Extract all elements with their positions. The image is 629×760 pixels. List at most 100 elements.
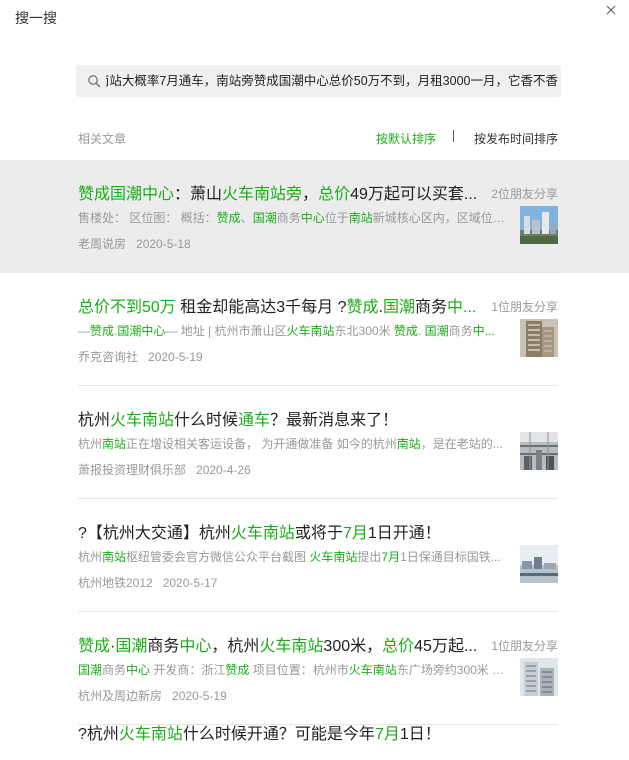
result-thumbnail[interactable] [520,545,558,583]
keyword-highlight: 国潮 [424,324,449,338]
keyword-highlight: 南站 [102,550,127,564]
result-source: 老周说房 [78,237,127,251]
text-segment: 商务 [415,299,448,316]
keyword-highlight: 中心 [300,211,325,225]
text-segment: 45万起... [414,638,478,655]
keyword-highlight: 赞成 [346,299,379,316]
result-item[interactable]: 赞成·国潮商务中心，杭州火车南站300米，总价45万起... 1位朋友分享 国潮… [0,612,629,725]
sort-by-date-button[interactable]: 按发布时间排序 [474,130,558,147]
result-item[interactable]: 总价不到50万 租金却能高达3千每月 ?赞成.国潮商务中... 1位朋友分享 —… [0,273,629,386]
result-date: 2020-5-17 [162,576,218,590]
text-segment: 1日！ [399,726,441,743]
result-title[interactable]: 总价不到50万 租金却能高达3千每月 ?赞成.国潮商务中... [78,293,478,317]
keyword-highlight: 国潮 [78,663,103,677]
search-icon [88,75,101,88]
result-source: 萧报投资理财俱乐部 [78,463,187,477]
result-title[interactable]: ?【杭州大交通】杭州火车南站或将于7月1日开通！ [78,519,478,543]
sort-divider [453,130,454,142]
keyword-highlight: 中心 [179,638,212,655]
result-title[interactable]: 赞成·国潮商务中心，杭州火车南站300米，总价45万起... [78,632,478,656]
keyword-highlight: 火车南站 [286,324,335,338]
text-segment: . [417,324,425,338]
text-segment: 1日保通目标国铁... [400,550,501,564]
text-segment: ，是在老站的... [420,437,503,451]
result-date: 2020-5-19 [148,350,203,364]
text-segment: 或将于 [294,525,343,542]
search-box[interactable]: 杭州火车南站大概率7月通车，南站旁赞成国潮中心总价50万不到，月租3000一月，… [76,65,561,97]
keyword-highlight: 火车南站 [110,412,175,429]
result-meta: 杭州及周边新房 2020-5-19 [78,687,227,704]
text-segment: 东北300米 [334,324,394,338]
close-button[interactable] [603,2,619,18]
text-segment: ?杭州 [78,726,119,743]
section-label: 相关文章 [78,132,127,146]
friend-share-count: 1位朋友分享 [491,300,558,314]
keyword-highlight: 赞成国潮中心 [78,186,175,203]
result-snippet: 售楼处： 区位图： 概括：赞成、国潮商务中心位于南站新城核心区内，区域位置... [78,209,506,226]
result-source: 杭州地铁2012 [78,576,153,590]
text-segment: 49万起可以买套... [350,186,478,203]
keyword-highlight: 火车南站 [230,525,295,542]
result-meta: 乔克咨询社 2020-5-19 [78,348,203,365]
text-segment: 项目位置：杭州市 [249,663,349,677]
text-segment: — 地址 | 杭州市萧山区 [165,324,287,338]
keyword-highlight: 南站 [396,437,421,451]
text-segment: 正在增设相关客运设备， 为开通做准备 如今的杭州 [126,437,397,451]
result-thumbnail[interactable] [520,432,558,470]
result-snippet: —赞成.国潮中心— 地址 | 杭州市萧山区火车南站东北300米 赞成. 国潮商务… [78,322,506,339]
keyword-highlight: 赞成 [78,638,111,655]
text-segment: 杭州 [78,550,103,564]
result-snippet: 杭州南站枢纽管委会官方微信公众平台截图 火车南站提出7月1日保通目标国铁... [78,548,506,565]
text-segment: 东广场旁约300米 项... [396,663,506,677]
text-segment: 商务 [276,211,301,225]
keyword-highlight: 7月 [381,550,401,564]
keyword-highlight: 赞成 [393,324,418,338]
keyword-highlight: 火车南站 [309,550,358,564]
result-title[interactable]: 杭州火车南站什么时候通车？最新消息来了！ [78,406,478,430]
result-thumbnail[interactable] [520,206,558,244]
text-segment: ：萧山 [174,186,223,203]
text-segment: ， [302,186,319,203]
keyword-highlight: 国潮 [115,638,148,655]
result-title[interactable]: 赞成国潮中心：萧山火车南站旁，总价49万起可以买套... [78,180,478,204]
result-date: 2020-5-18 [136,237,191,251]
result-meta: 老周说房 2020-5-18 [78,235,191,252]
result-item[interactable]: ?【杭州大交通】杭州火车南站或将于7月1日开通！ 杭州南站枢纽管委会官方微信公众… [0,499,629,612]
keyword-highlight: 国潮中心 [117,324,166,338]
text-segment: 300米， [323,638,383,655]
keyword-highlight: 总价不到50万 [78,299,176,316]
close-icon [606,5,616,15]
result-date: 2020-4-26 [196,463,251,477]
text-segment: 商务 [102,663,127,677]
text-segment: 开发商：浙江 [150,663,226,677]
partial-result-title[interactable]: ?杭州火车南站什么时候开通？可能是今年7月1日！ [78,720,441,744]
text-segment: 租金却能高达3千每月 ? [175,299,347,316]
keyword-highlight: 7月 [374,726,400,743]
text-segment: 杭州 [78,412,111,429]
text-segment: 售楼处： 区位图： 概括： [78,211,217,225]
friend-share-count: 1位朋友分享 [491,639,558,653]
text-segment: — [78,324,90,338]
result-source: 杭州及周边新房 [78,689,163,703]
result-date: 2020-5-19 [172,689,227,703]
text-segment: 商务 [147,638,180,655]
text-segment: 什么时候开通？可能是今年 [182,726,375,743]
keyword-highlight: 中... [472,324,495,338]
keyword-highlight: 赞成 [216,211,241,225]
result-meta: 杭州地铁2012 2020-5-17 [78,574,217,591]
result-thumbnail[interactable] [520,319,558,357]
keyword-highlight: 总价 [382,638,415,655]
text-segment: 、 [240,211,253,225]
result-thumbnail[interactable] [520,658,558,696]
result-item[interactable]: 杭州火车南站什么时候通车？最新消息来了！ 杭州南站正在增设相关客运设备， 为开通… [0,386,629,499]
result-item[interactable]: 赞成国潮中心：萧山火车南站旁，总价49万起可以买套... 2位朋友分享 售楼处：… [0,160,629,273]
keyword-highlight: 国潮 [252,211,277,225]
sort-default-button[interactable]: 按默认排序 [376,130,436,147]
text-segment: ?【杭州大交通】杭州 [78,525,231,542]
keyword-highlight: 赞成 [225,663,250,677]
text-segment: 1日开通！ [367,525,441,542]
keyword-highlight: 中... [447,299,477,316]
text-segment: 位于 [324,211,349,225]
search-input[interactable]: 杭州火车南站大概率7月通车，南站旁赞成国潮中心总价50万不到，月租3000一月，… [106,65,558,97]
result-list: 赞成国潮中心：萧山火车南站旁，总价49万起可以买套... 2位朋友分享 售楼处：… [0,160,629,760]
